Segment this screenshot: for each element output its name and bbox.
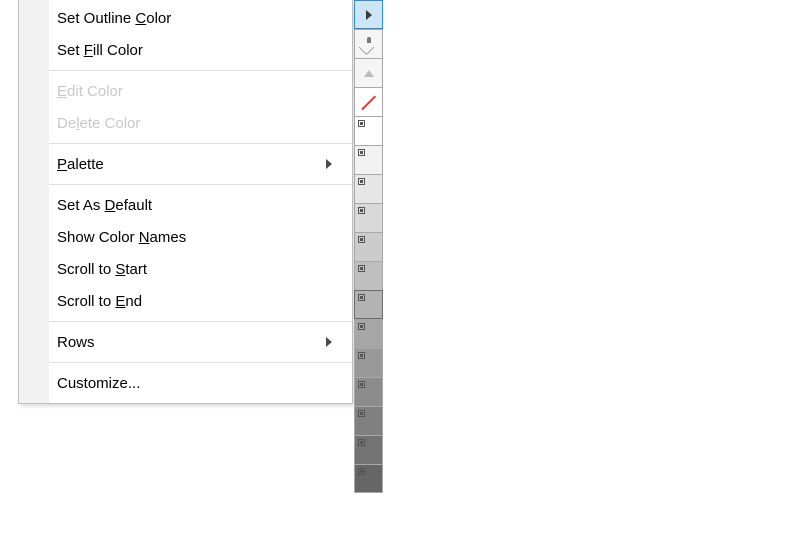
swatch-color[interactable] [354, 203, 383, 232]
menu-item-label: Customize... [57, 375, 332, 392]
menu-separator [49, 70, 352, 71]
swatch-marker-icon [358, 207, 365, 214]
menu-item-label: Scroll to End [57, 293, 332, 310]
swatch-marker-icon [358, 381, 365, 388]
swatch-none[interactable] [354, 87, 383, 116]
swatch-color[interactable] [354, 232, 383, 261]
menu-palette[interactable]: Palette [19, 148, 352, 180]
menu-separator [49, 362, 352, 363]
chevron-up-icon [364, 70, 374, 77]
swatch-marker-icon [358, 294, 365, 301]
menu-separator [49, 143, 352, 144]
menu-separator [49, 184, 352, 185]
menu-show-color-names[interactable]: Show Color Names [19, 221, 352, 253]
swatch-color[interactable] [354, 290, 383, 319]
color-palette-strip [354, 0, 383, 493]
swatch-color[interactable] [354, 377, 383, 406]
swatch-color[interactable] [354, 145, 383, 174]
swatch-color[interactable] [354, 319, 383, 348]
swatch-marker-icon [358, 439, 365, 446]
swatch-color[interactable] [354, 348, 383, 377]
swatch-color[interactable] [354, 464, 383, 493]
menu-rows[interactable]: Rows [19, 326, 352, 358]
menu-item-label: Edit Color [57, 83, 332, 100]
menu-scroll-to-end[interactable]: Scroll to End [19, 285, 352, 317]
eyedropper-button[interactable] [354, 29, 383, 58]
swatch-marker-icon [358, 265, 365, 272]
menu-item-label: Show Color Names [57, 229, 332, 246]
menu-scroll-to-start[interactable]: Scroll to Start [19, 253, 352, 285]
swatch-color[interactable] [354, 406, 383, 435]
palette-flyout-button[interactable] [354, 0, 383, 29]
swatch-color[interactable] [354, 261, 383, 290]
menu-edit-color: Edit Color [19, 75, 352, 107]
swatch-marker-icon [358, 178, 365, 185]
swatch-color[interactable] [354, 116, 383, 145]
eyedropper-icon [361, 37, 376, 52]
no-color-icon [361, 96, 375, 110]
swatch-marker-icon [358, 468, 365, 475]
menu-set-outline-color[interactable]: Set Outline Color [19, 2, 352, 34]
menu-item-label: Set As Default [57, 197, 332, 214]
menu-delete-color: Delete Color [19, 107, 352, 139]
menu-item-label: Set Outline Color [57, 10, 332, 27]
swatch-color[interactable] [354, 435, 383, 464]
menu-item-label: Palette [57, 156, 326, 173]
menu-item-label: Scroll to Start [57, 261, 332, 278]
menu-set-fill-color[interactable]: Set Fill Color [19, 34, 352, 66]
swatch-color[interactable] [354, 174, 383, 203]
menu-customize[interactable]: Customize... [19, 367, 352, 399]
menu-item-label: Delete Color [57, 115, 332, 132]
swatch-marker-icon [358, 352, 365, 359]
menu-separator [49, 321, 352, 322]
menu-item-label: Rows [57, 334, 326, 351]
swatch-marker-icon [358, 120, 365, 127]
palette-scroll-up[interactable] [354, 58, 383, 87]
submenu-arrow-icon [326, 337, 332, 347]
swatch-marker-icon [358, 236, 365, 243]
color-context-menu: Set Outline Color Set Fill Color Edit Co… [18, 0, 353, 404]
flyout-arrow-icon [366, 10, 372, 20]
swatch-marker-icon [358, 149, 365, 156]
menu-item-label: Set Fill Color [57, 42, 332, 59]
menu-set-as-default[interactable]: Set As Default [19, 189, 352, 221]
swatch-marker-icon [358, 323, 365, 330]
swatch-marker-icon [358, 410, 365, 417]
submenu-arrow-icon [326, 159, 332, 169]
